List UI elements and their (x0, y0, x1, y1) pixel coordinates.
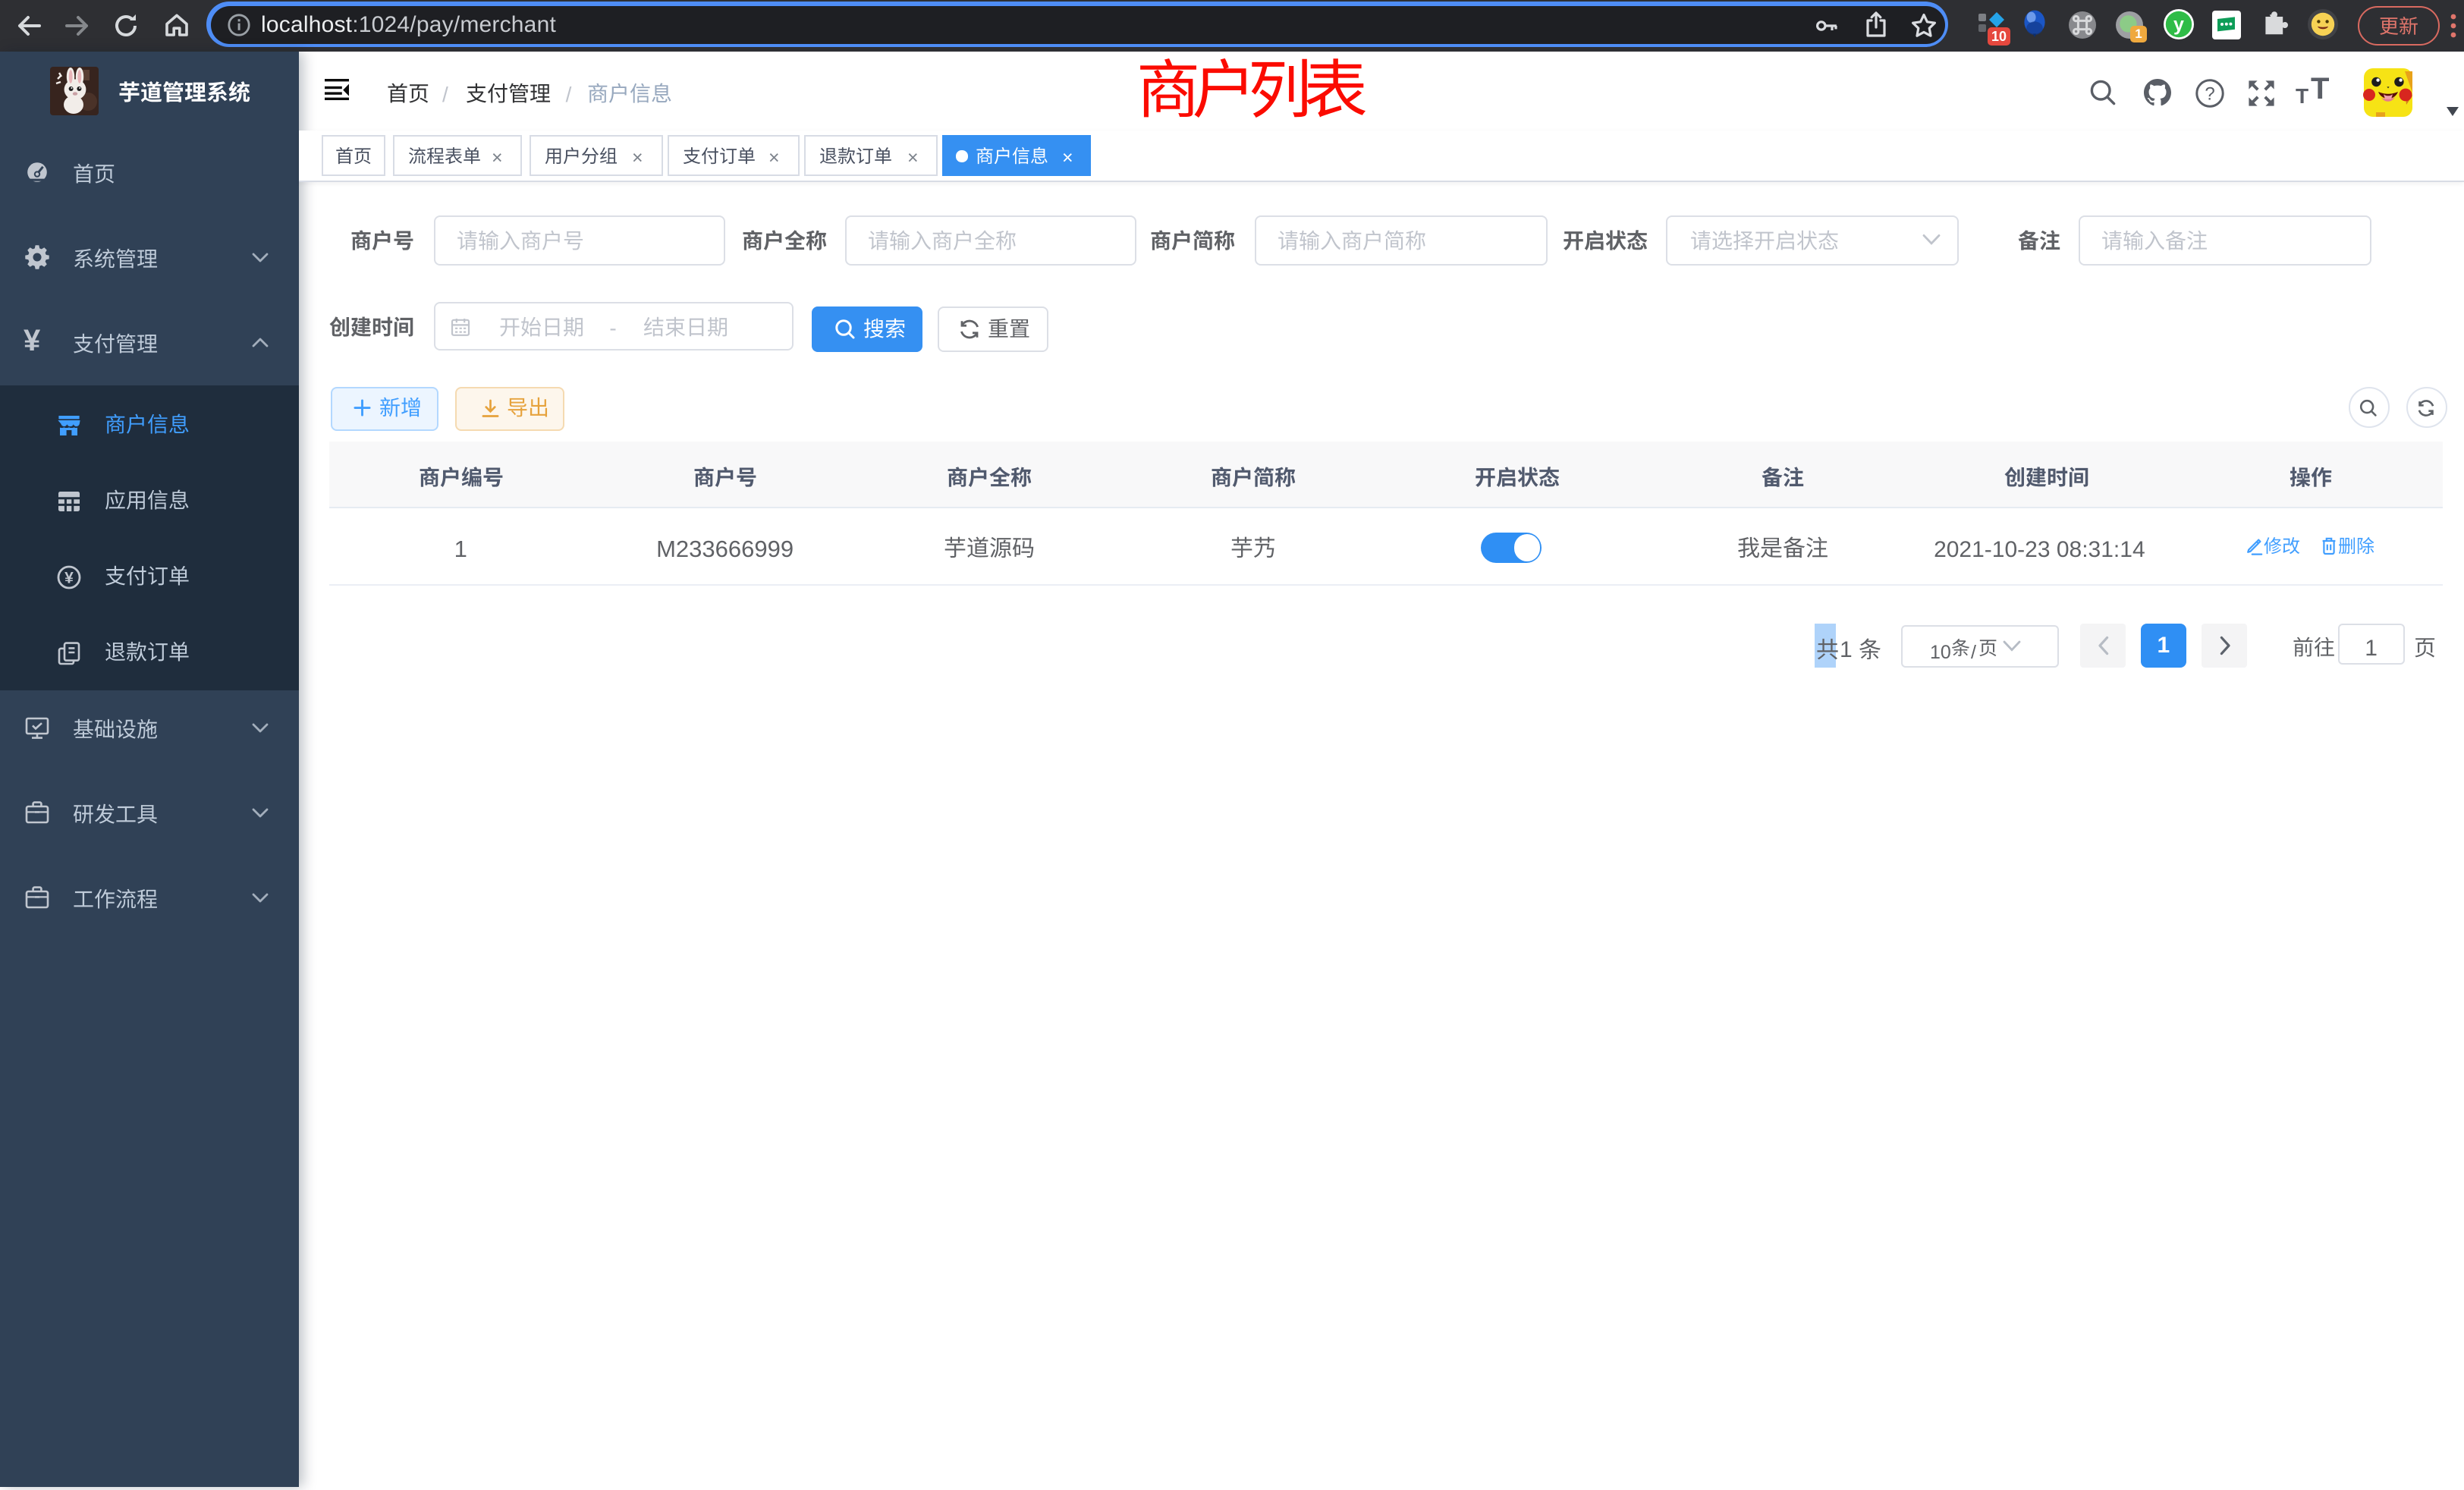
svg-text:¥: ¥ (64, 569, 74, 586)
svg-text:y: y (2173, 14, 2184, 36)
svg-text:?: ? (2205, 83, 2214, 104)
